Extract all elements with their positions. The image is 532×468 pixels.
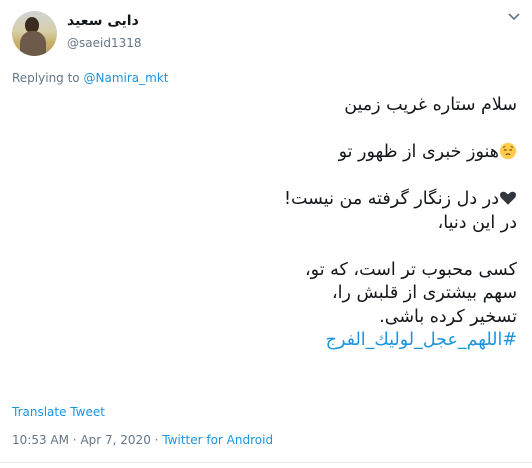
tweet-line: تسخیر کرده باشی. (379, 306, 517, 327)
avatar-body-shape (20, 31, 46, 56)
black-heart-icon (500, 191, 516, 205)
chevron-down-icon[interactable] (508, 12, 520, 22)
tweet-meta: 10:53 AM · Apr 7, 2020 · Twitter for And… (12, 433, 273, 447)
replying-to-label: Replying to (12, 71, 80, 85)
meta-separator: · (154, 433, 159, 447)
divider (0, 462, 532, 463)
tweet-line: در این دنیا، (437, 212, 517, 233)
replying-to-link[interactable]: @Namira_mkt (83, 71, 168, 85)
replying-to: Replying to @Namira_mkt (12, 71, 168, 85)
tweet-line: #اللهم_عجل_لوليك_الفرج (17, 329, 517, 353)
translate-tweet-link[interactable]: Translate Tweet (12, 405, 105, 419)
tweet-line-text: در دل زنگار گرفته من نیست! (283, 189, 499, 209)
hashtag-link[interactable]: #اللهم_عجل_لوليك_الفرج (326, 330, 517, 350)
tweet-text: سلام ستاره غریب زمین هنوز خبری از ظهور ت… (17, 94, 517, 353)
tweet-date[interactable]: Apr 7, 2020 (80, 433, 150, 447)
tweet-line-text: هنوز خبری از ظهور تو (338, 142, 499, 162)
avatar[interactable] (12, 11, 57, 56)
pensive-face-icon (499, 142, 517, 160)
tweet-time[interactable]: 10:53 AM (12, 433, 69, 447)
tweet-line: کسی محبوب تر است، که تو، (305, 259, 517, 280)
tweet-line: سهم بیشتری از قلبش را، (331, 283, 517, 303)
meta-separator: · (72, 433, 77, 447)
tweet-line: در دل زنگار گرفته من نیست! (17, 188, 517, 212)
author-display-name[interactable]: دایی سعید (67, 13, 139, 29)
tweet-source-link[interactable]: Twitter for Android (162, 433, 273, 447)
tweet-line: سلام ستاره غریب زمین (344, 95, 517, 115)
author-handle[interactable]: @saeid1318 (67, 36, 141, 50)
tweet-line: هنوز خبری از ظهور تو (17, 141, 517, 165)
